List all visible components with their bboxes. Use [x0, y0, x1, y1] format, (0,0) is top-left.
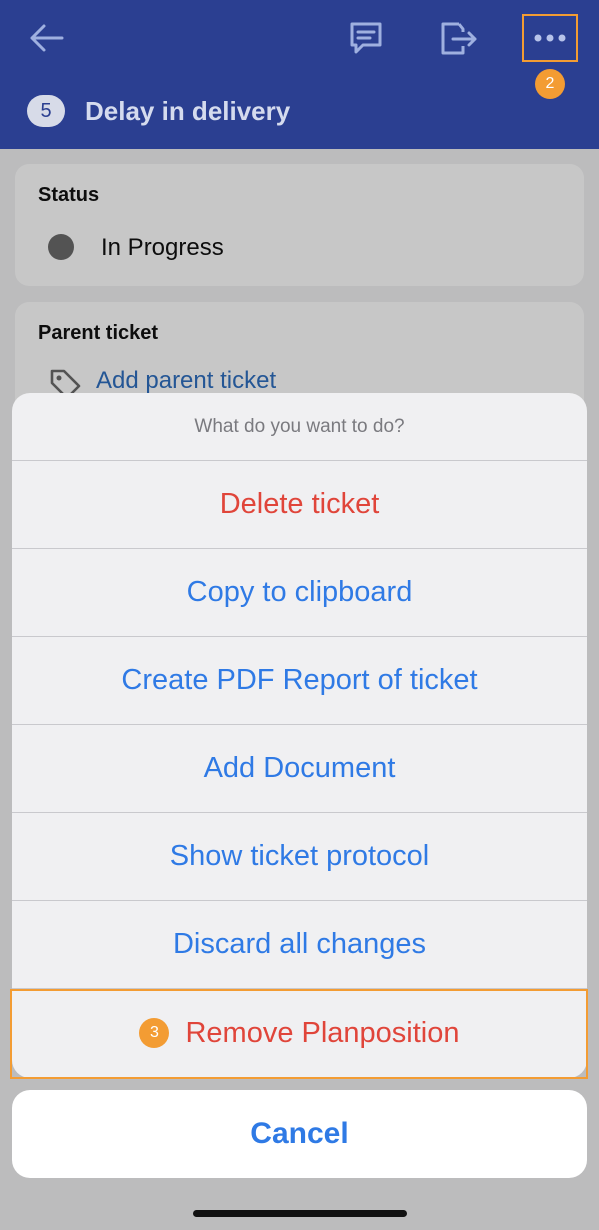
- app-header: 2 5 Delay in delivery: [0, 0, 599, 149]
- annotation-badge: 2: [535, 69, 565, 99]
- action-sheet-prompt: What do you want to do?: [12, 393, 587, 461]
- create-pdf-report-button[interactable]: Create PDF Report of ticket: [12, 637, 587, 725]
- export-icon: [441, 22, 477, 55]
- action-sheet: What do you want to do? Delete ticket Co…: [12, 393, 587, 1078]
- comment-button[interactable]: [342, 14, 390, 62]
- delete-ticket-button[interactable]: Delete ticket: [12, 461, 587, 549]
- more-icon: [534, 34, 566, 42]
- export-button[interactable]: [432, 14, 484, 62]
- copy-to-clipboard-button[interactable]: Copy to clipboard: [12, 549, 587, 637]
- cancel-button[interactable]: Cancel: [12, 1090, 587, 1178]
- add-document-button[interactable]: Add Document: [12, 725, 587, 813]
- show-ticket-protocol-button[interactable]: Show ticket protocol: [12, 813, 587, 901]
- title-row: 5 Delay in delivery: [27, 93, 290, 129]
- comment-icon: [350, 22, 382, 54]
- page-title: Delay in delivery: [85, 95, 291, 126]
- highlight-frame: [10, 989, 588, 1079]
- more-options-button[interactable]: [522, 14, 578, 62]
- back-button[interactable]: [22, 16, 70, 60]
- arrow-left-icon: [30, 24, 64, 52]
- home-indicator: [193, 1210, 407, 1217]
- ticket-number-badge: 5: [27, 95, 65, 127]
- discard-all-changes-button[interactable]: Discard all changes: [12, 901, 587, 989]
